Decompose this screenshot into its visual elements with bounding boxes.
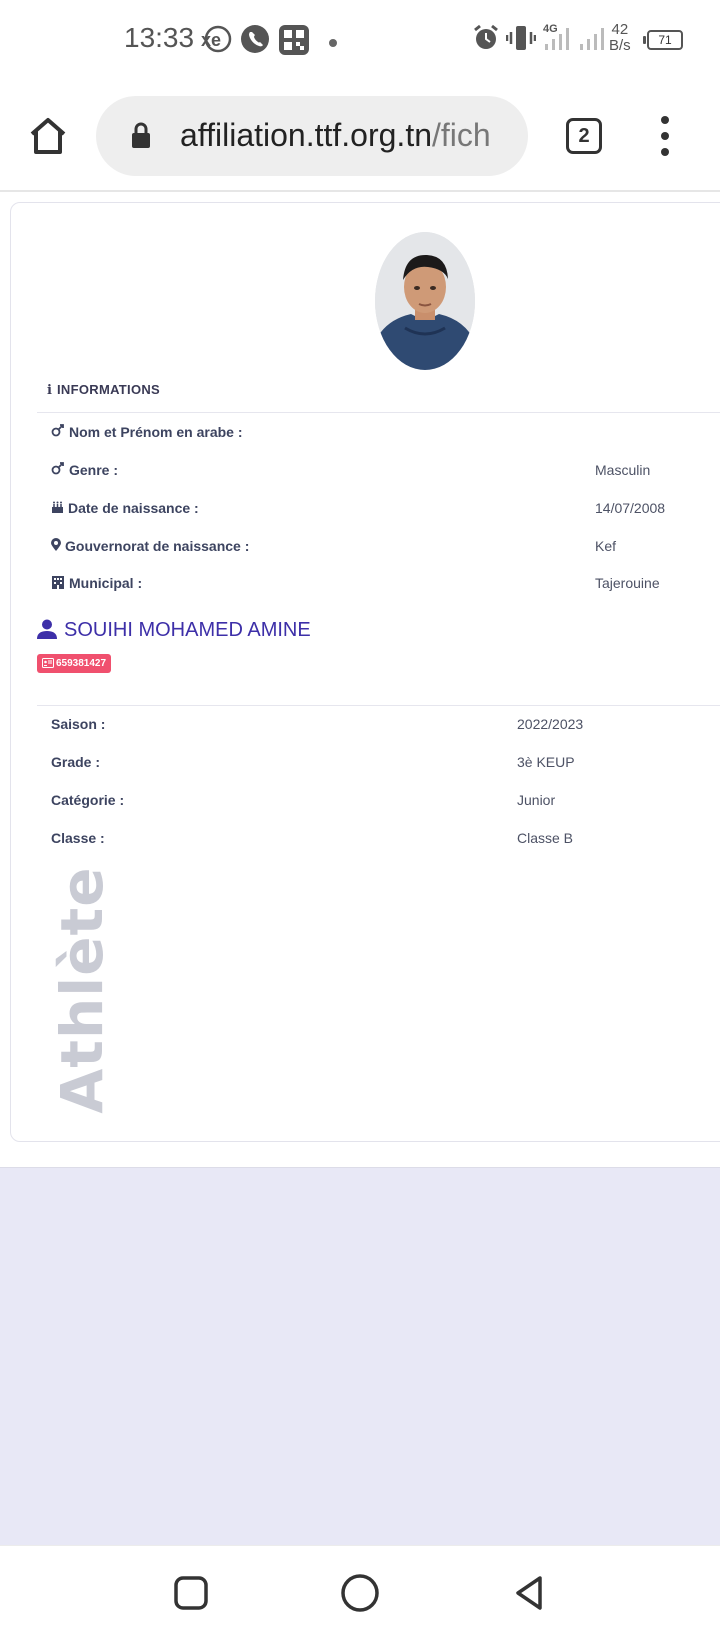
phone-icon xyxy=(240,24,270,59)
recent-apps-icon[interactable] xyxy=(170,1572,212,1614)
info-value-birthdate: 14/07/2008 xyxy=(595,500,666,516)
info-value-gender: Masculin xyxy=(595,462,651,478)
grade-value: 3è KEUP xyxy=(517,754,575,770)
status-bar: 13:33 xe 4G 42 B/s 71 xyxy=(0,0,720,82)
athlete-watermark: Athlète xyxy=(48,866,116,1114)
status-time: 13:33 xyxy=(124,22,195,53)
svg-text:4G: 4G xyxy=(543,23,558,35)
info-label-text: Nom et Prénom en arabe : xyxy=(69,424,243,440)
info-label-municipal: Municipal : xyxy=(51,575,142,592)
id-card-icon xyxy=(42,658,54,668)
home-icon[interactable] xyxy=(24,112,72,160)
vibrate-icon xyxy=(505,24,537,57)
page-background xyxy=(0,1167,720,1545)
net-speed: 42 B/s xyxy=(609,22,631,54)
season-label: Saison : xyxy=(51,716,106,732)
section-title-text: INFORMATIONS xyxy=(57,382,161,397)
info-value-municipal: Tajerouine xyxy=(595,575,660,591)
gender-icon xyxy=(51,424,65,441)
signal-icon: 4G xyxy=(543,22,575,57)
info-label-text: Gouvernorat de naissance : xyxy=(65,538,250,554)
info-value-birth-governorate: Kef xyxy=(595,538,617,554)
section-title-informations: i INFORMATIONS xyxy=(47,382,160,398)
birthday-cake-icon xyxy=(51,500,64,517)
dot-icon xyxy=(328,35,338,53)
system-nav-bar xyxy=(0,1545,720,1640)
class-value: Classe B xyxy=(517,830,574,846)
url-path: /fich xyxy=(432,117,491,153)
season-value: 2022/2023 xyxy=(517,716,584,732)
url-bar[interactable]: affiliation.ttf.org.tn/fich xyxy=(96,96,528,176)
info-label-gender: Genre : xyxy=(51,462,118,479)
athlete-id-text: 659381427 xyxy=(56,658,107,669)
qr-app-icon xyxy=(278,24,310,61)
svg-text:xe: xe xyxy=(201,30,221,50)
signal-icon-2 xyxy=(578,22,606,57)
building-icon xyxy=(51,575,65,592)
url-text: affiliation.ttf.org.tn/fich xyxy=(180,117,491,154)
home-circle-icon[interactable] xyxy=(339,1572,381,1614)
back-icon[interactable] xyxy=(508,1572,550,1614)
net-speed-unit: B/s xyxy=(609,37,631,54)
map-marker-icon xyxy=(51,538,61,555)
athlete-id-badge: 659381427 xyxy=(37,654,112,673)
browser-toolbar: affiliation.ttf.org.tn/fich 2 xyxy=(0,82,720,192)
alarm-icon xyxy=(472,24,500,57)
battery-indicator: 71 xyxy=(643,30,683,50)
tabs-icon[interactable]: 2 xyxy=(566,118,602,154)
athlete-name: SOUIHI MOHAMED AMINE xyxy=(36,619,311,642)
lock-icon xyxy=(130,122,152,155)
info-label-arabic-name: Nom et Prénom en arabe : xyxy=(51,424,243,441)
grade-label: Grade : xyxy=(51,754,101,770)
gender-icon xyxy=(51,462,65,479)
profile-card xyxy=(10,202,720,1142)
class-label: Classe : xyxy=(51,830,105,846)
info-label-birth-governorate: Gouvernorat de naissance : xyxy=(51,538,249,555)
more-vert-icon[interactable] xyxy=(650,116,680,156)
info-label-text: Date de naissance : xyxy=(68,500,199,516)
info-label-birthdate: Date de naissance : xyxy=(51,500,199,517)
xe-icon: xe xyxy=(199,24,233,60)
divider xyxy=(37,705,720,706)
user-icon xyxy=(37,619,57,639)
net-speed-value: 42 xyxy=(611,21,629,38)
athlete-name-text: SOUIHI MOHAMED AMINE xyxy=(64,619,311,641)
category-value: Junior xyxy=(517,792,556,808)
url-host: affiliation.ttf.org.tn xyxy=(180,117,432,153)
athlete-photo xyxy=(375,232,475,370)
category-label: Catégorie : xyxy=(51,792,125,808)
info-icon: i xyxy=(47,383,53,398)
info-label-text: Genre : xyxy=(69,462,119,478)
divider xyxy=(37,412,720,413)
info-label-text: Municipal : xyxy=(69,575,143,591)
